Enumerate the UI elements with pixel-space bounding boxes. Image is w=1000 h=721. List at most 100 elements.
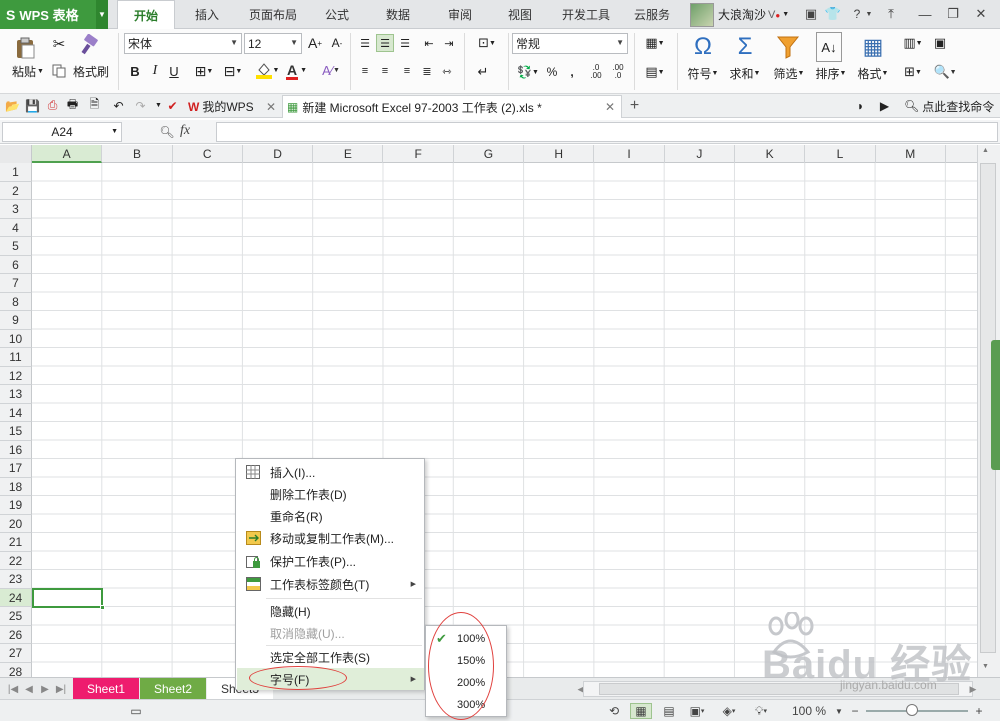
menu-item-tab-color[interactable]: 工作表标签颜色(T) ▶ [237, 573, 424, 595]
macro-record-icon[interactable]: ▭ [128, 703, 144, 719]
doc-tab-my-wps[interactable]: W 我的WPS ✕ [184, 95, 282, 118]
shirt-icon[interactable]: 👕 [822, 4, 844, 24]
paste-button[interactable]: 粘贴 ▼ [8, 63, 48, 79]
row-header[interactable]: 6 [0, 255, 32, 274]
close-icon[interactable]: ✕ [970, 4, 992, 24]
decrease-decimal-icon[interactable]: .00.0 [608, 61, 628, 83]
tab-data[interactable]: 数据 [372, 0, 424, 29]
rows-columns-icon[interactable]: ▥ ▼ [898, 32, 928, 54]
column-header[interactable]: H [524, 145, 595, 163]
font-name-select[interactable]: 宋体 ▼ [124, 33, 242, 54]
format-icon[interactable]: ▦ [860, 32, 886, 62]
freeze-panes-icon[interactable]: ⊞ ▼ [898, 61, 928, 83]
underline-button[interactable]: U [165, 61, 183, 81]
row-header[interactable]: 26 [0, 625, 32, 644]
font-color-icon[interactable]: A ▼ [283, 59, 311, 81]
column-header[interactable]: A [32, 145, 103, 163]
column-header[interactable]: K [735, 145, 806, 163]
normal-view-icon[interactable]: ▦ [630, 703, 652, 719]
column-header[interactable]: B [102, 145, 173, 163]
merge-cells-icon[interactable]: ⊟ ▼ [219, 61, 247, 81]
paste-icon[interactable] [12, 35, 38, 61]
chevron-down-icon[interactable]: ▼ [782, 11, 789, 18]
fill-handle[interactable] [100, 605, 105, 610]
light-icon[interactable]: 💡︎ ▾ [750, 703, 772, 719]
restore-ribbon-icon[interactable]: ⤒ [880, 4, 902, 24]
first-sheet-icon[interactable]: |◀ [6, 681, 20, 697]
row-header[interactable]: 28 [0, 662, 32, 677]
insert-function-button[interactable]: fx [180, 123, 204, 141]
new-tab-icon[interactable]: + [626, 97, 643, 114]
decrease-font-icon[interactable]: A- [329, 34, 345, 52]
formula-input[interactable] [216, 122, 998, 142]
align-right-icon[interactable]: ≡ [398, 62, 416, 80]
column-header[interactable]: G [454, 145, 525, 163]
protect-eye-icon[interactable]: ◈ ▾ [718, 703, 740, 719]
row-header[interactable]: 19 [0, 496, 32, 515]
number-format-select[interactable]: 常规 ▼ [512, 33, 628, 54]
increase-font-icon[interactable]: A + [307, 34, 323, 52]
zoom-slider-thumb[interactable] [906, 704, 918, 716]
row-header[interactable]: 11 [0, 348, 32, 367]
row-header[interactable]: 12 [0, 366, 32, 385]
active-cell[interactable] [32, 588, 105, 610]
scroll-down-icon[interactable]: ▼ [982, 663, 989, 670]
tab-insert[interactable]: 插入 [180, 0, 234, 29]
sort-button[interactable]: 排序 ▼ [810, 65, 852, 81]
row-header[interactable]: 15 [0, 422, 32, 441]
table-style-icon[interactable]: ▦ ▼ [640, 32, 670, 54]
open-folder-icon[interactable]: 📂 [4, 97, 21, 114]
app-menu-button[interactable]: S WPS 表格 ▼ [0, 0, 108, 29]
align-left-icon[interactable]: ≡ [356, 62, 374, 80]
format-painter-button[interactable]: 格式刷 [70, 63, 112, 79]
row-header[interactable]: 1 [0, 163, 32, 182]
column-header[interactable]: I [594, 145, 665, 163]
row-header[interactable]: 4 [0, 218, 32, 237]
sheet-tab-sheet1[interactable]: Sheet1 [73, 678, 139, 700]
minimize-icon[interactable]: — [914, 4, 936, 24]
zoom-level[interactable]: 100 % [786, 703, 832, 719]
menu-item-protect-sheet[interactable]: 保护工作表(P)... [237, 550, 424, 572]
filter-icon[interactable] [774, 32, 802, 62]
cell-area[interactable] [32, 163, 977, 677]
row-header[interactable]: 2 [0, 181, 32, 200]
menu-item-insert[interactable]: 插入(I)... [237, 461, 424, 483]
name-box[interactable]: A24 ▼ [2, 122, 122, 142]
font-size-select[interactable]: 12 ▼ [244, 33, 302, 54]
italic-button[interactable]: I [146, 61, 164, 81]
align-top-icon[interactable]: ☰ [356, 34, 374, 52]
row-header[interactable]: 24 [0, 588, 32, 607]
tab-view[interactable]: 视图 [494, 0, 546, 29]
page-break-view-icon[interactable]: ▤ [658, 703, 680, 719]
row-header[interactable]: 20 [0, 514, 32, 533]
export-pdf-icon[interactable]: ⎙ [44, 97, 61, 114]
maximize-icon[interactable]: ❐ [942, 4, 964, 24]
percent-button[interactable]: % [544, 61, 560, 83]
skin-icon[interactable]: ▣ [800, 4, 822, 24]
fill-color-icon[interactable]: ▼ [253, 59, 281, 81]
scroll-up-icon[interactable]: ▲ [982, 147, 989, 154]
prev-sheet-icon[interactable]: ◀ [22, 681, 36, 697]
align-bottom-icon[interactable]: ☰ [396, 34, 414, 52]
menu-item-move-copy[interactable]: 移动或复制工作表(M)... [237, 527, 424, 549]
format-button[interactable]: 格式 ▼ [852, 65, 894, 81]
document-icon[interactable]: ◗ [852, 97, 869, 114]
distributed-icon[interactable]: ⇿ [438, 62, 456, 80]
share-icon[interactable]: ▶ [876, 97, 893, 114]
tab-cloud[interactable]: 云服务 [624, 0, 680, 29]
tab-home[interactable]: 开始 [117, 0, 175, 30]
row-header[interactable]: 8 [0, 292, 32, 311]
pin-icon[interactable]: ✔ [164, 97, 181, 114]
decrease-indent-icon[interactable]: ⇤ [420, 34, 438, 52]
sum-button[interactable]: 求和 ▼ [724, 65, 766, 81]
align-middle-icon[interactable]: ☰ [376, 34, 394, 52]
close-icon[interactable]: ✕ [266, 100, 276, 114]
column-header[interactable]: M [876, 145, 946, 163]
menu-item-select-all-sheets[interactable]: 选定全部工作表(S) [237, 646, 424, 668]
tab-formulas[interactable]: 公式 [312, 0, 362, 29]
row-header[interactable]: 13 [0, 385, 32, 404]
column-header[interactable]: L [805, 145, 876, 163]
doc-tab-workbook[interactable]: ▦ 新建 Microsoft Excel 97-2003 工作表 (2).xls… [282, 95, 622, 118]
row-header[interactable]: 18 [0, 477, 32, 496]
redo-icon[interactable]: ↷ [132, 97, 149, 114]
